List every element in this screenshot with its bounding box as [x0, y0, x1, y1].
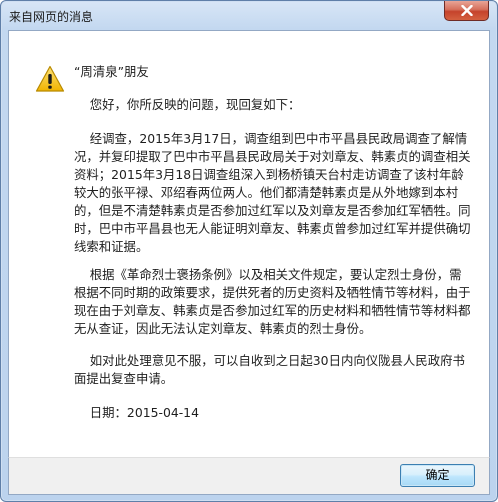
- close-button[interactable]: [444, 1, 489, 21]
- salutation-line: 您好，你所反映的问题，现回复如下：: [74, 97, 301, 112]
- close-icon: [461, 5, 473, 16]
- investigation-paragraph: 经调查，2015年3月17日，调查组到巴中市平昌县民政局调查了解情况，并复印提取…: [74, 131, 471, 254]
- appeal-paragraph: 如对此处理意见不服，可以自收到之日起30日内向仪陇县人民政府书面提出复查申请。: [74, 353, 465, 386]
- dialog-title: 来自网页的消息: [9, 10, 94, 24]
- warning-icon: [35, 65, 65, 92]
- regulation-paragraph: 根据《革命烈士褒扬条例》以及相关文件规定，要认定烈士身份，需根据不同时期的政策要…: [74, 267, 471, 336]
- greeting-line: “周清泉”朋友: [74, 64, 149, 79]
- ok-button[interactable]: 确定: [400, 464, 475, 487]
- message-body: “周清泉”朋友 您好，你所反映的问题，现回复如下： 经调查，2015年3月17日…: [8, 30, 490, 463]
- button-bar: 确定: [8, 457, 490, 495]
- date-line: 日期：2015-04-14: [74, 405, 199, 420]
- title-bar[interactable]: 来自网页的消息: [1, 1, 497, 31]
- message-dialog: 来自网页的消息 “周清泉”朋友 您好，你所反映的问题，现回复如下： 经调查，20…: [0, 0, 498, 502]
